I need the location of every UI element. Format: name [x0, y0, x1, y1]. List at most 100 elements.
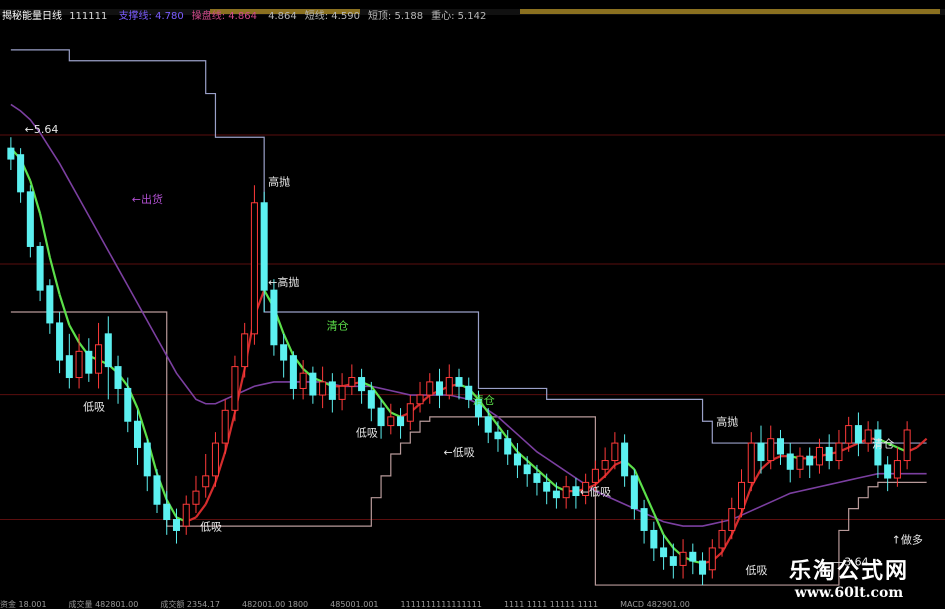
candle-body	[85, 350, 93, 374]
legend-item: 支撑线: 4.780	[118, 11, 184, 22]
candle-body	[133, 420, 142, 448]
candle-body	[728, 508, 736, 531]
top-toolbar-strip	[0, 0, 945, 15]
candle-body	[250, 202, 258, 335]
annotation-label: ←低吸	[580, 486, 611, 499]
watermark-title: 乐淘公式网	[788, 559, 909, 584]
candle-body	[854, 425, 862, 444]
candle-body	[153, 475, 161, 505]
candle-body	[182, 503, 190, 527]
candle-body	[903, 429, 911, 462]
candle-body	[845, 425, 853, 444]
annotation-label: ←低吸	[444, 446, 475, 459]
candle-body	[679, 551, 687, 566]
candle-body	[211, 442, 219, 477]
candle-body	[523, 464, 531, 475]
candle-body	[767, 438, 775, 462]
indicator-params: 111111	[69, 11, 108, 22]
candle-body	[75, 350, 83, 379]
footer-value: 1111 1111 11111 1111	[503, 600, 599, 609]
candle-body	[737, 481, 746, 510]
footer-value: 482001.00 1800	[241, 600, 309, 609]
legend-item: 4.864	[264, 11, 297, 22]
annotation-label: ↑做多	[892, 533, 923, 547]
candle-body	[572, 486, 580, 497]
footer-value: 资金 18.001	[0, 600, 47, 609]
candle-body	[455, 377, 463, 387]
candle-body	[163, 503, 171, 521]
candle-body	[299, 372, 307, 389]
fast-line-segment	[390, 411, 401, 418]
footer-value: MACD 482901.00	[620, 600, 690, 609]
candlestick-chart: ←5.64←出货低吸低吸高抛←高抛清仓低吸清仓←低吸←低吸高抛低吸—3.64↑做…	[0, 49, 945, 586]
footer-value: 成交量 482801.00	[68, 600, 139, 609]
candle-body	[260, 202, 268, 291]
fast-line-segment	[760, 459, 772, 471]
legend-item: 短顶: 5.188	[367, 11, 424, 22]
candle-body	[796, 455, 804, 470]
candle-body	[46, 285, 54, 324]
candle-body	[893, 460, 901, 479]
legend-item: 重心: 5.142	[431, 11, 487, 22]
annotation-label: 低吸	[200, 520, 222, 533]
candle-body	[435, 381, 444, 396]
fast-line-segment	[58, 294, 71, 326]
candle-body	[426, 381, 434, 396]
candle-body	[562, 486, 570, 499]
candle-body	[65, 355, 73, 379]
fast-line-segment	[195, 503, 207, 519]
annotation-label: ←高抛	[268, 275, 299, 289]
candle-body	[611, 442, 619, 462]
candle-body	[660, 547, 668, 558]
candle-body	[416, 394, 424, 405]
candle-body	[280, 344, 288, 361]
candle-body	[552, 490, 560, 499]
annotation-label: 低吸	[83, 400, 105, 413]
candle-body	[513, 453, 521, 466]
candle-body	[56, 322, 64, 361]
candle-body	[630, 475, 638, 510]
candle-body	[699, 560, 707, 575]
fast-line-segment	[848, 442, 859, 449]
candle-body	[465, 385, 473, 400]
annotation-label: 低吸	[356, 427, 378, 440]
candle-body	[650, 529, 658, 549]
annotation-label: ←出货	[132, 192, 163, 206]
annotation-label: 高抛	[716, 415, 738, 429]
candle-body	[319, 381, 327, 396]
candle-body	[806, 455, 814, 466]
candle-body	[864, 429, 872, 444]
candle-body	[669, 556, 677, 566]
candle-body	[621, 442, 629, 477]
candle-body	[494, 431, 502, 440]
fast-line-segment	[662, 534, 675, 549]
watermark-url: www.60lt.com	[794, 585, 904, 601]
candle-body	[757, 442, 765, 462]
candle-body	[533, 473, 541, 483]
candle-body	[124, 387, 132, 422]
indicator-header: 揭秘能量日线 111111 支撑线: 4.780 操盘线: 4.864 4.864…	[2, 7, 487, 22]
indicator-name: 揭秘能量日线	[2, 11, 62, 22]
annotation-label: 高抛	[268, 174, 290, 188]
candle-body	[601, 460, 609, 470]
candle-body	[825, 446, 833, 462]
candle-body	[231, 366, 239, 411]
candle-body	[143, 442, 151, 477]
candle-body	[406, 403, 414, 422]
indicator-lines	[10, 49, 928, 586]
candle-body	[358, 377, 366, 392]
footer-values: 资金 18.001 成交量 482801.00 成交额 2354.17 482001.…	[0, 600, 712, 609]
annotations: ←5.64←出货低吸低吸高抛←高抛清仓低吸清仓←低吸←低吸高抛低吸—3.64↑做…	[25, 123, 923, 577]
candle-body	[104, 333, 112, 368]
candle-body	[7, 147, 15, 160]
candle-body	[776, 438, 785, 455]
fast-line-segment	[68, 324, 81, 344]
candle-body	[718, 529, 726, 549]
candle-body	[591, 468, 599, 483]
candle-body	[221, 409, 229, 444]
candle-body	[708, 547, 716, 571]
footer-value: 485001.001	[330, 600, 379, 609]
candle-body	[36, 245, 44, 291]
annotation-label: ←5.64	[25, 123, 59, 136]
candle-body	[338, 385, 346, 400]
